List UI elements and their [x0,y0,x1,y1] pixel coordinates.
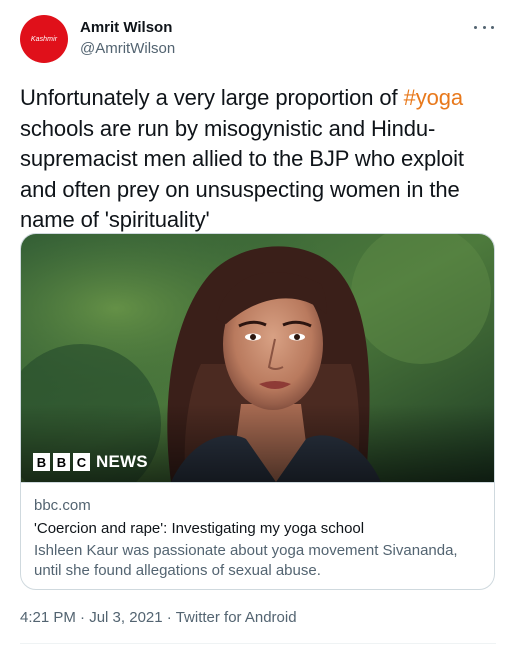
portrait-image [21,234,494,482]
tweet-text-after: schools are run by misogynistic and Hind… [20,115,464,233]
hashtag-link[interactable]: #yoga [404,85,464,110]
more-dot [482,25,486,29]
author-name[interactable]: Amrit Wilson [80,19,172,36]
bbc-news-logo: B B C NEWS [33,452,148,472]
card-description: Ishleen Kaur was passionate about yoga m… [34,542,458,579]
link-card[interactable]: B B C NEWS bbc.com 'Coercion and rape': … [20,233,495,590]
author-handle[interactable]: @AmritWilson [80,40,175,57]
more-dot [491,25,494,29]
more-horizontal-icon[interactable] [474,20,494,34]
tweet-source-link[interactable]: Twitter for Android [176,609,297,626]
tweet: Kashmir Amrit Wilson @AmritWilson Unfort… [0,0,512,651]
separator: · [80,609,86,626]
bbc-logo-box: B [33,453,50,471]
bbc-logo-news: NEWS [96,452,148,471]
tweet-date: Jul 3, 2021 [89,609,163,626]
card-domain: bbc.com [34,497,91,514]
card-image: B B C NEWS [21,234,494,482]
tweet-timestamp: 4:21 PM · Jul 3, 2021 · Twitter for Andr… [20,609,297,626]
card-title: 'Coercion and rape': Investigating my yo… [34,520,365,537]
avatar[interactable]: Kashmir [20,15,68,63]
tweet-text-before: Unfortunately a very large proportion of [20,85,404,110]
avatar-text: Kashmir [30,35,58,43]
tweet-time: 4:21 PM [20,609,76,626]
tweet-time-link[interactable]: 4:21 PM · Jul 3, 2021 [20,609,163,626]
divider [20,643,496,644]
tweet-text: Unfortunately a very large proportion of… [20,83,496,236]
separator: · [166,609,172,626]
bbc-logo-box: C [73,453,90,471]
more-dot [474,25,477,29]
bbc-logo-box: B [53,453,70,471]
card-meta: bbc.com 'Coercion and rape': Investigati… [21,482,494,589]
